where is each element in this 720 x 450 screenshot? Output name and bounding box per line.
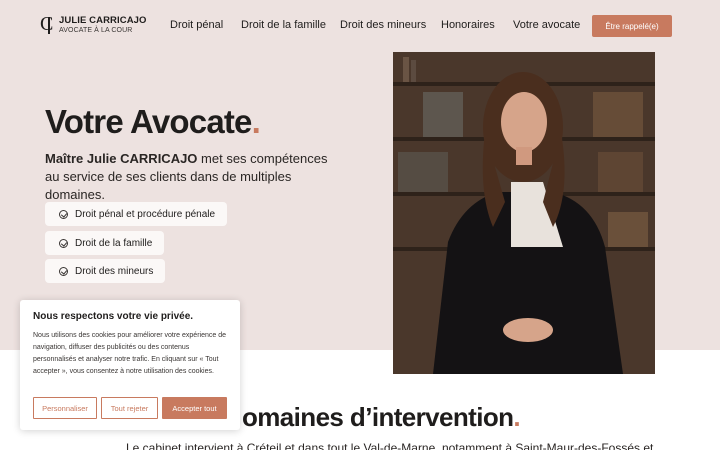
accept-all-button[interactable]: Accepter tout — [162, 397, 227, 419]
cookie-text: Nous utilisons des cookies pour améliore… — [33, 332, 226, 375]
brand-name: JULIE CARRICAJO — [59, 15, 147, 26]
hero-description: Maître Julie CARRICAJO met ses compétenc… — [45, 151, 328, 202]
cookie-title: Nous respectons votre vie privée. — [33, 311, 194, 322]
check-circle-icon — [59, 266, 68, 276]
cookie-consent-dialog: Nous respectons votre vie privée. Nous u… — [20, 300, 240, 430]
section-description: Le cabinet intervient à Créteil et dans … — [126, 441, 654, 450]
callback-button[interactable]: Être rappelé(e) — [592, 15, 672, 37]
lawyer-portrait — [393, 52, 655, 374]
pill-droit-mineurs[interactable]: Droit des mineurs — [45, 259, 166, 283]
brand-subtitle: AVOCATE À LA COUR — [59, 27, 133, 34]
reject-all-button[interactable]: Tout rejeter — [101, 397, 158, 419]
check-circle-icon — [59, 238, 68, 248]
logo-monogram: C — [40, 13, 54, 35]
nav-item-honoraires[interactable]: Honoraires — [441, 19, 495, 31]
hero-title: Votre Avocate. — [45, 103, 261, 140]
nav-item-votre-avocate[interactable]: Votre avocate — [513, 19, 580, 31]
section-title: omaines d’intervention. — [242, 402, 521, 432]
check-circle-icon — [59, 209, 68, 219]
pill-droit-penal[interactable]: Droit pénal et procédure pénale — [45, 202, 228, 226]
site-logo[interactable]: C JULIE CARRICAJO AVOCATE À LA COUR — [40, 13, 147, 35]
nav-item-droit-famille[interactable]: Droit de la famille — [241, 19, 326, 31]
customize-button[interactable]: Personnaliser — [33, 397, 97, 419]
nav-item-droit-penal[interactable]: Droit pénal — [170, 19, 223, 31]
nav-item-droit-mineurs[interactable]: Droit des mineurs — [340, 19, 426, 31]
pill-droit-famille[interactable]: Droit de la famille — [45, 231, 165, 255]
